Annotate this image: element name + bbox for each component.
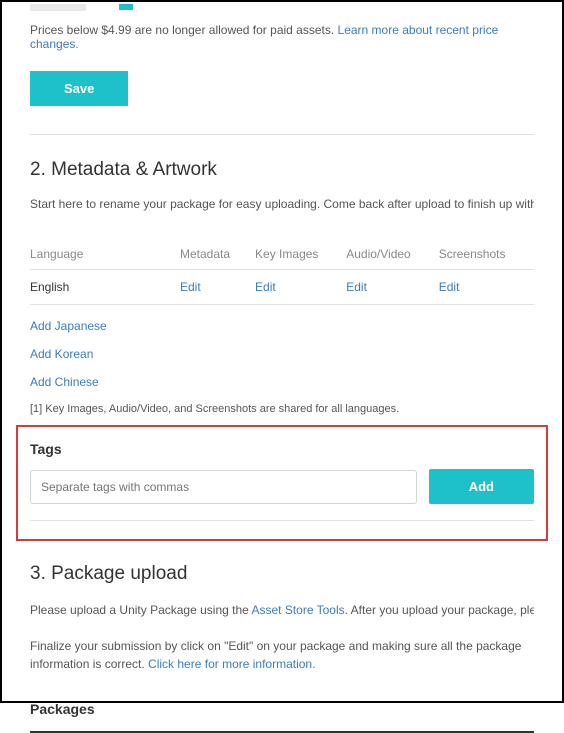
tags-title: Tags: [30, 441, 534, 457]
header-language: Language: [30, 239, 180, 270]
packages-title: Packages: [30, 701, 534, 717]
remnant-field: [30, 4, 86, 11]
upload-desc-1b: . After you upload your package, please …: [345, 603, 534, 617]
language-cell: English: [30, 270, 180, 305]
header-audio-video: Audio/Video: [346, 239, 439, 270]
price-notice-text: Prices below $4.99 are no longer allowed…: [30, 23, 338, 37]
upload-desc-1a: Please upload a Unity Package using the: [30, 603, 251, 617]
header-metadata: Metadata: [180, 239, 255, 270]
metadata-section-title: 2. Metadata & Artwork: [30, 159, 534, 181]
edit-metadata-link[interactable]: Edit: [180, 280, 201, 294]
tags-input[interactable]: [30, 470, 417, 504]
remnant-accent: [119, 4, 133, 10]
metadata-table: Language Metadata Key Images Audio/Video…: [30, 239, 534, 305]
header-screenshots: Screenshots: [439, 239, 534, 270]
header-key-images: Key Images: [255, 239, 346, 270]
upload-desc-1: Please upload a Unity Package using the …: [30, 601, 534, 619]
tags-divider: [30, 520, 534, 521]
more-info-link[interactable]: Click here for more information.: [148, 657, 315, 671]
metadata-footnote: [1] Key Images, Audio/Video, and Screens…: [30, 403, 534, 415]
table-row: English Edit Edit Edit Edit: [30, 270, 534, 305]
edit-screenshots-link[interactable]: Edit: [439, 280, 460, 294]
upload-desc-2: Finalize your submission by click on "Ed…: [30, 637, 534, 673]
add-japanese-link[interactable]: Add Japanese: [30, 319, 534, 333]
upload-section-title: 3. Package upload: [30, 563, 534, 585]
section-divider: [30, 134, 534, 135]
asset-store-tools-link[interactable]: Asset Store Tools: [251, 603, 344, 617]
metadata-section-desc: Start here to rename your package for ea…: [30, 197, 534, 211]
add-language-links: Add Japanese Add Korean Add Chinese: [30, 319, 534, 389]
add-tag-button[interactable]: Add: [429, 469, 534, 504]
edit-key-images-link[interactable]: Edit: [255, 280, 276, 294]
add-korean-link[interactable]: Add Korean: [30, 347, 534, 361]
add-chinese-link[interactable]: Add Chinese: [30, 375, 534, 389]
top-remnant: [30, 2, 534, 11]
edit-audio-video-link[interactable]: Edit: [346, 280, 367, 294]
table-header-row: Language Metadata Key Images Audio/Video…: [30, 239, 534, 270]
tags-section: Tags Add: [16, 425, 548, 541]
tags-input-row: Add: [30, 469, 534, 504]
save-button[interactable]: Save: [30, 71, 128, 106]
price-notice: Prices below $4.99 are no longer allowed…: [30, 23, 534, 51]
metadata-desc-text: Start here to rename your package for ea…: [30, 197, 534, 211]
